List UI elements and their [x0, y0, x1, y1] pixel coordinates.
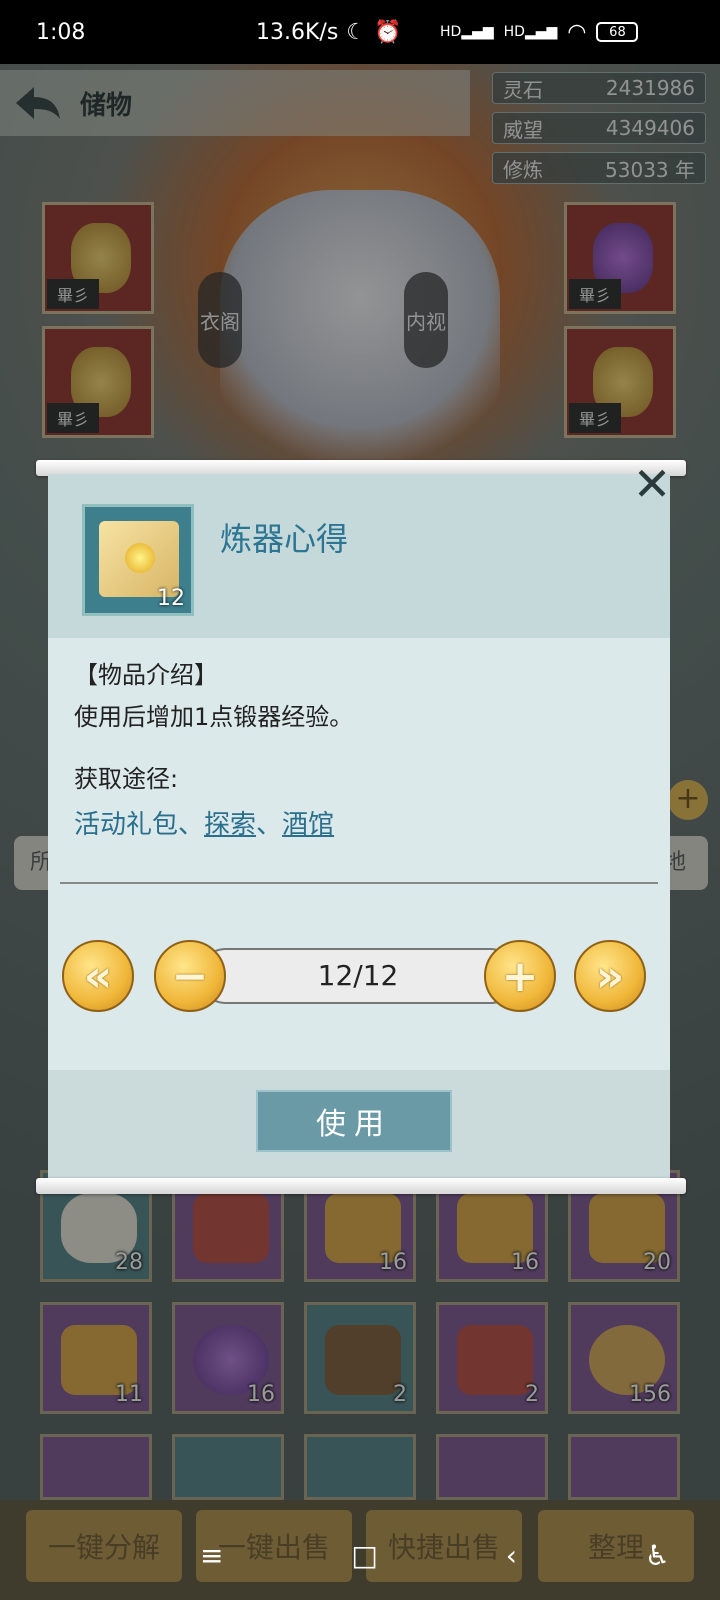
divider [60, 882, 658, 884]
use-button[interactable]: 使用 [256, 1090, 452, 1152]
source-label: 获取途径: [74, 765, 179, 793]
status-right: HD▂▄▆ HD▂▄▆ ◠ 68 [440, 19, 639, 45]
source-gift-pack: 活动礼包、 [74, 810, 205, 840]
decrease-button[interactable]: − [154, 940, 226, 1012]
status-center: 13.6K/s ☾ ⏰ [256, 20, 401, 45]
description-heading: 【物品介绍】 [74, 661, 218, 689]
menu-icon[interactable]: ≡ [200, 1539, 223, 1572]
double-chevron-right-icon: » [595, 950, 625, 1002]
item-description: 【物品介绍】 使用后增加1点锻器经验。 [74, 654, 353, 738]
wifi-icon: ◠ [567, 19, 587, 45]
moon-icon: ☾ [346, 19, 367, 45]
max-quantity-button[interactable]: » [574, 940, 646, 1012]
item-icon: 12 [82, 504, 194, 616]
close-icon[interactable]: ✕ [630, 461, 674, 507]
alarm-icon: ⏰ [374, 19, 402, 45]
signal2-icon: HD▂▄▆ [503, 24, 558, 40]
double-chevron-left-icon: « [83, 950, 113, 1002]
source-separator: 、 [256, 810, 283, 840]
source-explore-link[interactable]: 探索 [204, 810, 256, 840]
item-name: 炼器心得 [220, 520, 349, 558]
item-detail-dialog: 12 炼器心得 ✕ 【物品介绍】 使用后增加1点锻器经验。 获取途径: 活动礼包… [48, 461, 671, 1180]
status-time: 1:08 [36, 19, 86, 45]
back-icon[interactable]: ‹ [506, 1539, 517, 1572]
minus-icon: − [171, 950, 209, 1002]
accessibility-icon[interactable]: ♿ [645, 1539, 670, 1572]
plus-icon: + [501, 950, 539, 1002]
source-tavern-link[interactable]: 酒馆 [282, 810, 334, 840]
scroll-rod-bottom [36, 1178, 686, 1194]
source-list: 活动礼包、探索、酒馆 [74, 804, 334, 846]
item-quantity: 12 [157, 586, 185, 611]
signal-icon: HD▂▄▆ [440, 24, 494, 40]
increase-button[interactable]: + [484, 940, 556, 1012]
status-bar: 1:08 13.6K/s ☾ ⏰ HD▂▄▆ HD▂▄▆ ◠ 68 [0, 0, 720, 64]
system-nav-bar: ≡ □ ‹ ♿ [200, 1530, 670, 1580]
network-speed: 13.6K/s [256, 19, 339, 45]
description-text: 使用后增加1点锻器经验。 [74, 703, 354, 731]
quantity-value: 12/12 [317, 959, 399, 992]
battery-icon: 68 [596, 22, 639, 42]
min-quantity-button[interactable]: « [62, 940, 134, 1012]
home-icon[interactable]: □ [351, 1539, 377, 1572]
